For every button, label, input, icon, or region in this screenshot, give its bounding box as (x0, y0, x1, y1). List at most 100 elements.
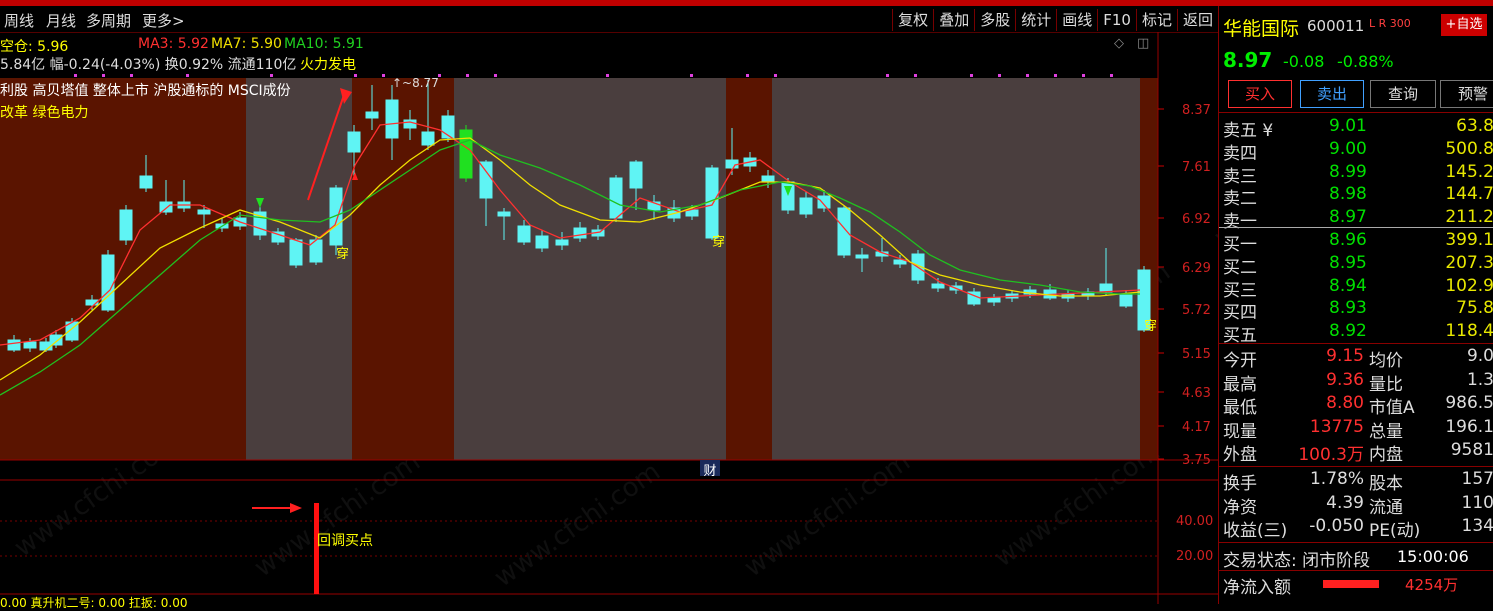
fund-value: 157 (1462, 469, 1493, 489)
candle-body (50, 335, 62, 345)
bid-volume: 102.9 (1445, 276, 1493, 296)
indicator-arrow-head (290, 503, 302, 513)
bid-level-label: 买一 (1223, 230, 1257, 255)
fund-label: 股本 (1369, 469, 1403, 494)
ask-level-label: 卖四 (1223, 139, 1257, 164)
ask-price: 9.01 (1329, 116, 1367, 136)
price-tick: 6.92 (1182, 212, 1211, 227)
fund-label: 净资 (1223, 493, 1257, 518)
candle-body (386, 100, 398, 138)
bid-price: 8.96 (1329, 230, 1367, 250)
signal-dot (886, 74, 889, 77)
sell-button[interactable]: 卖出 (1300, 80, 1364, 108)
candle-body (498, 212, 510, 216)
bid-level-label: 买二 (1223, 253, 1257, 278)
fund-value: 110 (1462, 493, 1493, 513)
quote-row: 净资 4.39 流通 110 (1219, 493, 1493, 515)
quote-row: 外盘 100.3万 内盘 9581 (1219, 440, 1493, 462)
candle-body (480, 162, 492, 198)
stat-value: 9581 (1451, 440, 1493, 460)
candle-body (762, 176, 774, 182)
fund-value: 1.78% (1310, 469, 1364, 489)
high-price-label: ↑~8.77 (392, 76, 439, 90)
stat-value: 1.3 (1467, 370, 1493, 390)
indicator-tick: 20.00 (1176, 549, 1213, 564)
candle-body (726, 160, 738, 168)
stat-label: 市值A (1369, 393, 1415, 418)
price-tick: 8.37 (1182, 103, 1211, 118)
signal-dot (1082, 74, 1085, 77)
signal-dot (130, 74, 133, 77)
bid-price: 8.93 (1329, 298, 1367, 318)
candle-body (330, 188, 342, 245)
indicator-label: 回调买点 (317, 530, 373, 550)
candle-body (988, 298, 1000, 302)
signal-dot (102, 74, 105, 77)
signal-dot (1110, 74, 1113, 77)
signal-dot (914, 74, 917, 77)
ask-volume: 63.8 (1456, 116, 1493, 136)
ask-price: 8.98 (1329, 184, 1367, 204)
candle-body (290, 240, 302, 265)
stat-label: 现量 (1223, 417, 1257, 442)
ask-level-label: 卖三 (1223, 162, 1257, 187)
bottom-indicators: 0.00 真升机二号: 0.00 扛扳: 0.00 (0, 594, 188, 611)
candle-body (8, 340, 20, 350)
candle-body (404, 120, 416, 128)
signal-dot (690, 74, 693, 77)
candle-body (1100, 284, 1112, 292)
ask-price: 8.99 (1329, 162, 1367, 182)
ask-volume: 211.2 (1445, 207, 1493, 227)
finance-marker[interactable]: 财 (700, 460, 720, 476)
indicator-tick: 40.00 (1176, 514, 1213, 529)
bid-level-label: 买三 (1223, 276, 1257, 301)
price-tick: 6.29 (1182, 261, 1211, 276)
buy-button[interactable]: 买入 (1228, 80, 1292, 108)
quote-row: 最高 9.36 量比 1.3 (1219, 370, 1493, 392)
quote-row: 换手 1.78% 股本 157 (1219, 469, 1493, 491)
candle-body (198, 210, 210, 214)
candle-body (140, 176, 152, 188)
bid-volume: 75.8 (1456, 298, 1493, 318)
candle-body (574, 228, 586, 238)
price-tick: 3.75 (1182, 453, 1211, 468)
price-tick: 4.17 (1182, 420, 1211, 435)
add-watchlist-button[interactable]: +自选 (1441, 14, 1487, 36)
divider (1219, 466, 1493, 467)
fund-value: 134 (1462, 516, 1493, 536)
candle-body (818, 196, 830, 208)
candle-body (932, 284, 944, 288)
candle-body (160, 202, 172, 212)
candle-body (706, 168, 718, 238)
signal-dot (606, 74, 609, 77)
candle-body (460, 130, 472, 178)
divider (1219, 570, 1493, 571)
candle-body (102, 255, 114, 310)
ask-level-label: 卖五 ¥ (1223, 116, 1273, 141)
price-tick: 7.61 (1182, 160, 1211, 175)
price-tick: 5.72 (1182, 303, 1211, 318)
fund-label: 收益(三) (1223, 516, 1287, 541)
candle-body (518, 226, 530, 242)
candle-body (800, 198, 812, 214)
alert-button[interactable]: 预警 (1440, 80, 1493, 108)
signal-band (454, 78, 726, 460)
stat-value: 13775 (1310, 417, 1364, 437)
quote-row: 卖四 9.00 500.8 (1219, 139, 1493, 161)
quote-row: 卖三 8.99 145.2 (1219, 162, 1493, 184)
ask-volume: 500.8 (1445, 139, 1493, 159)
query-button[interactable]: 查询 (1370, 80, 1436, 108)
last-price: 8.97 (1223, 48, 1272, 72)
bid-price: 8.95 (1329, 253, 1367, 273)
candle-body (24, 342, 36, 348)
divider (1219, 542, 1493, 543)
stat-label: 量比 (1369, 370, 1403, 395)
divider (1219, 343, 1493, 344)
stat-label: 最低 (1223, 393, 1257, 418)
stat-label: 内盘 (1369, 440, 1403, 465)
cross-marker: 穿 (712, 234, 725, 250)
ask-level-label: 卖一 (1223, 207, 1257, 232)
quote-panel: 华能国际 600011 L R 300 +自选 8.97 -0.08 -0.88… (1218, 6, 1493, 604)
candle-body (838, 208, 850, 255)
stock-flags: L R 300 (1369, 17, 1411, 30)
